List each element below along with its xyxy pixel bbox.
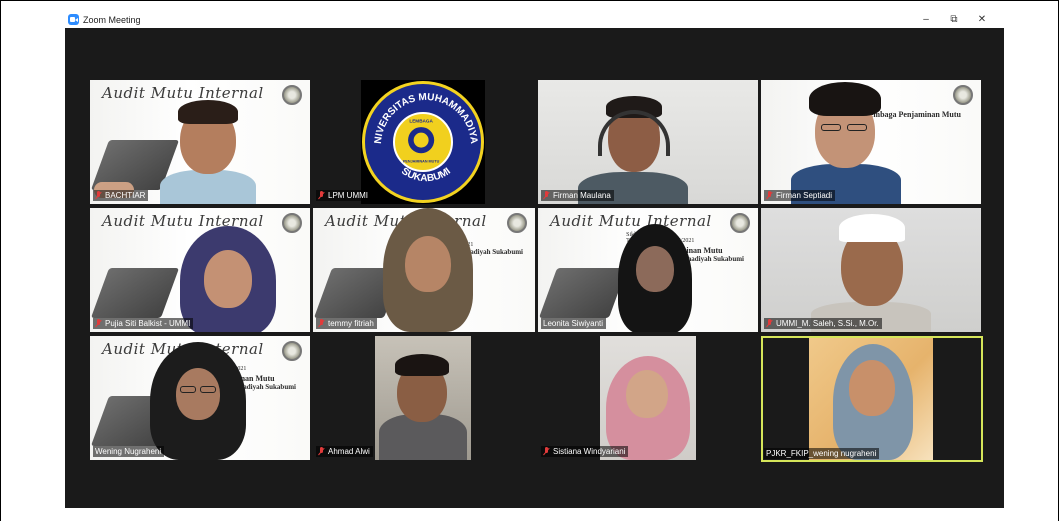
participant-name-tag: Firman Septiadi <box>764 190 836 201</box>
participant-name: BACHTIAR <box>105 191 146 200</box>
restore-button[interactable]: ⧉ <box>940 14 968 25</box>
participant-name: Pujia Siti Balkist - UMMI <box>105 319 191 328</box>
participant-name: temmy fitriah <box>328 319 374 328</box>
participant-name-tag: Wening Nugraheni <box>93 446 165 457</box>
video-tile[interactable]: UMMI_M. Saleh, S.Si., M.Or. <box>761 208 981 332</box>
video-tile[interactable]: Audit Mutu Internal Siklus 8 Tahun Akade… <box>90 336 310 460</box>
participant-name-tag: UMMI_M. Saleh, S.Si., M.Or. <box>764 318 882 329</box>
participant-name: LPM UMMI <box>328 191 368 200</box>
university-seal-icon <box>282 85 302 105</box>
mic-muted-icon <box>543 447 550 456</box>
video-tile[interactable]: Audit Mutu Internal Siklus 8 Tahun Akade… <box>538 208 758 332</box>
slide-script-title: Audit Mutu Internal <box>102 84 264 102</box>
lpm-logo: UNIVERSITAS MUHAMMADIYAH SUKABUMI LEMBAG… <box>361 80 485 204</box>
logo-emblem-svg: LEMBAGA PENJAMINAN MUTU <box>403 118 440 164</box>
participant-name-tag: LPM UMMI <box>316 190 371 201</box>
close-button[interactable]: ✕ <box>968 14 996 25</box>
participant-name: UMMI_M. Saleh, S.Si., M.Or. <box>776 319 879 328</box>
participant-name-tag: PJKR_FKIP_wening nugraheni <box>764 448 880 459</box>
zoom-window: Zoom Meeting – ⧉ ✕ Audit Mutu Internal B… <box>65 11 1004 508</box>
title-bar: Zoom Meeting – ⧉ ✕ <box>65 11 1004 28</box>
minimize-button[interactable]: – <box>912 14 940 25</box>
participant-name-tag: Ahmad Alwi <box>316 446 373 457</box>
participant-video <box>600 336 696 460</box>
logo-inner-bottom-text: PENJAMINAN MUTU <box>403 160 440 164</box>
window-title: Zoom Meeting <box>83 14 141 25</box>
university-seal-icon <box>953 85 973 105</box>
mic-muted-icon <box>543 191 550 200</box>
participant-name: PJKR_FKIP_wening nugraheni <box>766 449 877 458</box>
participant-name-tag: temmy fitriah <box>316 318 377 329</box>
laptop-image <box>90 268 180 318</box>
participant-name: Ahmad Alwi <box>328 447 370 456</box>
participant-name: Firman Septiadi <box>776 191 833 200</box>
participant-video <box>809 338 933 460</box>
mic-muted-icon <box>766 319 773 328</box>
logo-emblem-icon: LEMBAGA PENJAMINAN MUTU <box>393 112 453 172</box>
university-seal-icon <box>282 213 302 233</box>
window-controls: – ⧉ ✕ <box>912 11 996 28</box>
participant-name: Sistiana Windyariani <box>553 447 626 456</box>
participant-name: Wening Nugraheni <box>95 447 162 456</box>
mic-muted-icon <box>95 319 102 328</box>
university-seal-icon <box>730 213 750 233</box>
gallery-view: Audit Mutu Internal BACHTIAR NIVERSITAS … <box>65 28 1004 508</box>
video-tile[interactable]: Ahmad Alwi <box>313 336 535 460</box>
university-seal-icon <box>507 213 527 233</box>
laptop-image <box>538 268 628 318</box>
participant-name-tag: Sistiana Windyariani <box>541 446 629 457</box>
mic-muted-icon <box>95 191 102 200</box>
video-tile[interactable]: UNIVERSITAS MUHAMMADIYAH SUKABUMI LEMBAG… <box>313 80 535 204</box>
participant-video <box>375 336 471 460</box>
participant-name-tag: BACHTIAR <box>93 190 149 201</box>
zoom-app-icon <box>68 14 79 25</box>
active-speaker-tile[interactable]: PJKR_FKIP_wening nugraheni <box>761 336 983 462</box>
mic-muted-icon <box>318 447 325 456</box>
slide-script-title: Audit Mutu Internal <box>550 212 712 230</box>
participant-name: Firman Maulana <box>553 191 611 200</box>
participant-name: Leonita Siwiyanti <box>543 319 604 328</box>
video-tile[interactable]: Audit Mutu Internal Pujia Siti Balkist -… <box>90 208 310 332</box>
mic-muted-icon <box>318 191 325 200</box>
video-tile[interactable]: Firman Maulana <box>538 80 758 204</box>
video-tile[interactable]: Lembaga Penjaminan Mutu Firman Septiadi <box>761 80 981 204</box>
participant-name-tag: Firman Maulana <box>541 190 614 201</box>
video-tile[interactable]: Audit Mutu Internal Tahun Akademik 2020/… <box>313 208 535 332</box>
participant-name-tag: Leonita Siwiyanti <box>541 318 607 329</box>
video-tile[interactable]: Audit Mutu Internal BACHTIAR <box>90 80 310 204</box>
mic-muted-icon <box>766 191 773 200</box>
participant-name-tag: Pujia Siti Balkist - UMMI <box>93 318 194 329</box>
logo-inner-top-text: LEMBAGA <box>409 118 433 123</box>
university-seal-icon <box>282 341 302 361</box>
video-tile[interactable]: Sistiana Windyariani <box>538 336 758 460</box>
mic-muted-icon <box>318 319 325 328</box>
